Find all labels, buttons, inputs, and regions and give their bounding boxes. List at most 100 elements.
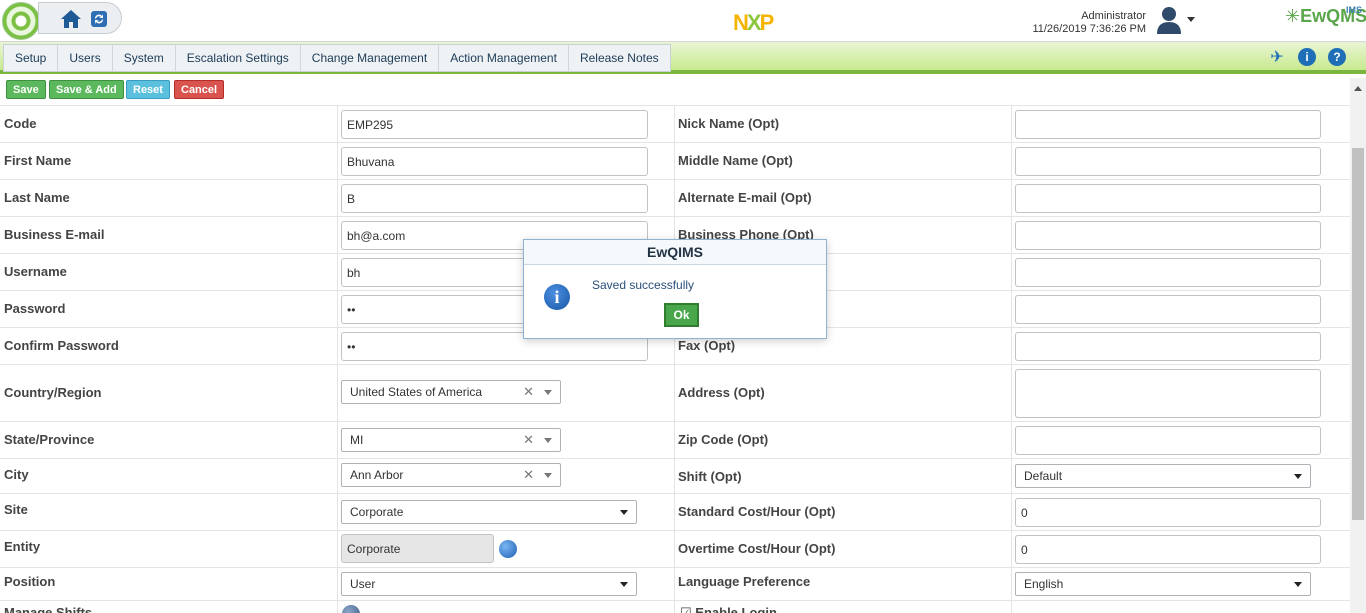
fax-label: Fax (Opt) [678, 338, 736, 353]
nick-name-label: Nick Name (Opt) [678, 116, 780, 131]
country-label: Country/Region [4, 385, 102, 400]
chevron-down-icon[interactable] [544, 438, 552, 443]
username-label: Username [4, 264, 67, 279]
standard-cost-input[interactable]: 0 [1015, 498, 1321, 527]
city-select[interactable]: Ann Arbor ✕ [341, 463, 561, 487]
user-menu-chevron-down-icon[interactable] [1187, 17, 1195, 22]
language-label: Language Preference [678, 574, 811, 589]
enable-login-label: Enable Login [695, 605, 777, 613]
shift-value: Default [1024, 469, 1063, 483]
clear-icon[interactable]: ✕ [523, 381, 534, 403]
chevron-down-icon[interactable] [1294, 474, 1302, 479]
app-logo-icon[interactable] [2, 2, 40, 40]
help-icon[interactable]: ? [1328, 48, 1346, 66]
chevron-down-icon[interactable] [1294, 582, 1302, 587]
last-name-label: Last Name [4, 190, 70, 205]
info-icon[interactable]: i [1298, 48, 1316, 66]
form-row: Last Name B Alternate E-mail (Opt) [0, 179, 1350, 216]
state-select[interactable]: MI ✕ [341, 428, 561, 452]
form-row: Site Corporate Standard Cost/Hour (Opt) … [0, 493, 1350, 530]
dialog-title: EwQIMS [524, 240, 826, 265]
chevron-down-icon[interactable] [544, 390, 552, 395]
business-phone-input[interactable] [1015, 221, 1321, 250]
nav-item-system[interactable]: System [113, 45, 176, 71]
enable-login-checkbox-label[interactable]: ☑ Enable Login [680, 605, 777, 613]
user-form: Code EMP295 Nick Name (Opt) First Name B… [0, 105, 1350, 613]
refresh-icon[interactable] [87, 7, 111, 31]
entity-input: Corporate [341, 534, 494, 563]
save-and-add-button[interactable]: Save & Add [49, 80, 124, 99]
form-row: Country/Region United States of America … [0, 364, 1350, 421]
mobile-phone-input[interactable] [1015, 258, 1321, 287]
scroll-up-icon[interactable] [1354, 86, 1362, 91]
fax-input[interactable] [1015, 332, 1321, 361]
home-icon[interactable] [59, 7, 83, 31]
clear-icon[interactable]: ✕ [523, 429, 534, 451]
shift-select[interactable]: Default [1015, 464, 1311, 488]
user-info: Administrator 11/26/2019 7:36:26 PM [1032, 10, 1146, 36]
country-value: United States of America [350, 385, 483, 399]
page-scrollbar[interactable] [1350, 78, 1366, 613]
manage-shifts-icon[interactable] [342, 605, 360, 613]
form-row: State/Province MI ✕ Zip Code (Opt) [0, 421, 1350, 458]
city-label: City [4, 467, 29, 482]
state-label: State/Province [4, 432, 95, 447]
entity-label: Entity [4, 539, 41, 554]
overtime-cost-label: Overtime Cost/Hour (Opt) [678, 541, 836, 556]
business-email-label: Business E-mail [4, 227, 105, 242]
language-value: English [1024, 577, 1064, 591]
globe-icon[interactable] [499, 540, 517, 558]
code-label: Code [4, 116, 37, 131]
nav-item-change-management[interactable]: Change Management [301, 45, 440, 71]
alternate-email-input[interactable] [1015, 184, 1321, 213]
city-value: Ann Arbor [350, 468, 404, 482]
overtime-cost-input[interactable]: 0 [1015, 535, 1321, 564]
cancel-button[interactable]: Cancel [174, 80, 225, 99]
form-row: Code EMP295 Nick Name (Opt) [0, 105, 1350, 142]
address-label: Address (Opt) [678, 385, 765, 400]
save-button[interactable]: Save [6, 80, 46, 99]
nav-item-users[interactable]: Users [58, 45, 113, 71]
reset-button[interactable]: Reset [126, 80, 170, 99]
home-phone-input[interactable] [1015, 295, 1321, 324]
address-textarea[interactable] [1015, 369, 1321, 418]
success-dialog: EwQIMS i Saved successfully Ok [523, 239, 827, 339]
manage-shifts-label: Manage Shifts [4, 605, 93, 613]
nick-name-input[interactable] [1015, 110, 1321, 139]
form-toolbar: Save Save & Add Reset Cancel [0, 78, 1350, 105]
site-select[interactable]: Corporate [341, 500, 637, 524]
country-select[interactable]: United States of America ✕ [341, 380, 561, 404]
scrollbar-thumb[interactable] [1352, 148, 1364, 520]
state-value: MI [350, 433, 364, 447]
form-row: Entity Corporate Overtime Cost/Hour (Opt… [0, 530, 1350, 567]
shift-label: Shift (Opt) [678, 469, 742, 484]
language-select[interactable]: English [1015, 572, 1311, 596]
form-row: City Ann Arbor ✕ Shift (Opt) Default [0, 458, 1350, 493]
password-label: Password [4, 301, 66, 316]
chevron-down-icon[interactable] [620, 510, 628, 515]
middle-name-input[interactable] [1015, 147, 1321, 176]
current-datetime: 11/26/2019 7:36:26 PM [1032, 23, 1146, 35]
nav-item-escalation-settings[interactable]: Escalation Settings [176, 45, 301, 71]
position-value: User [350, 577, 376, 591]
pin-icon[interactable]: ✈ [1268, 48, 1286, 66]
first-name-input[interactable]: Bhuvana [341, 147, 648, 176]
position-select[interactable]: User [341, 572, 637, 596]
alternate-email-label: Alternate E-mail (Opt) [678, 190, 812, 205]
nav-item-action-management[interactable]: Action Management [439, 45, 569, 71]
confirm-password-label: Confirm Password [4, 338, 119, 353]
clear-icon[interactable]: ✕ [523, 464, 534, 486]
chevron-down-icon[interactable] [620, 582, 628, 587]
user-avatar-icon[interactable] [1154, 4, 1184, 34]
middle-name-label: Middle Name (Opt) [678, 153, 793, 168]
last-name-input[interactable]: B [341, 184, 648, 213]
nav-item-release-notes[interactable]: Release Notes [569, 45, 670, 71]
zip-code-input[interactable] [1015, 426, 1321, 455]
ok-button[interactable]: Ok [664, 303, 699, 327]
form-row: First Name Bhuvana Middle Name (Opt) [0, 142, 1350, 179]
nav-item-setup[interactable]: Setup [4, 45, 59, 71]
chevron-down-icon[interactable] [544, 473, 552, 478]
code-input[interactable]: EMP295 [341, 110, 648, 139]
site-label: Site [4, 502, 28, 517]
main-navbar: Setup Users System Escalation Settings C… [0, 42, 1366, 74]
